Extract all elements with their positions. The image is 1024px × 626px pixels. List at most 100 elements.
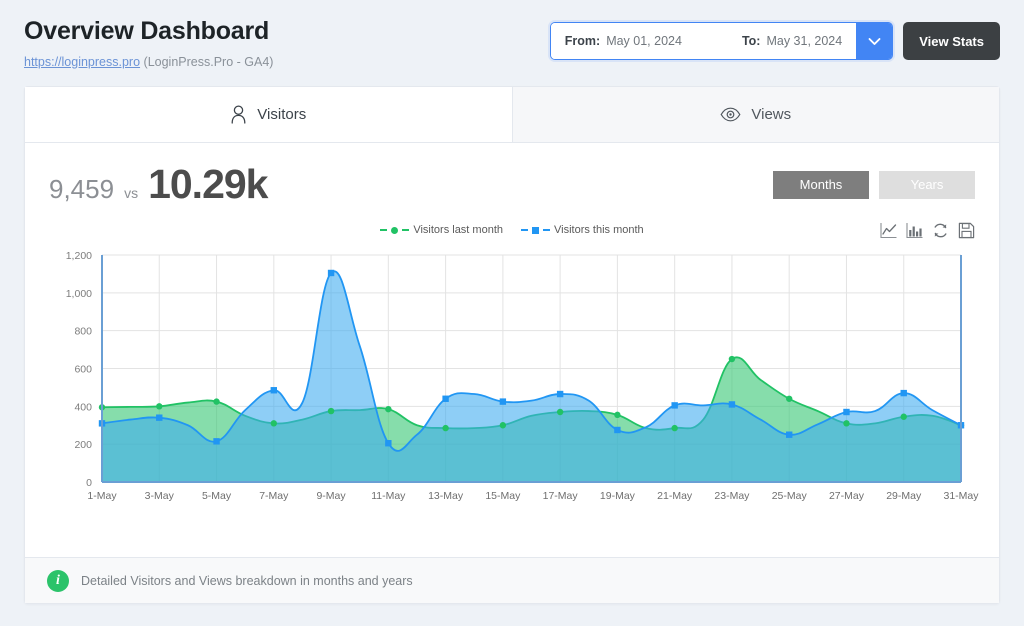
user-icon	[230, 105, 247, 124]
data-point-marker	[385, 440, 392, 447]
footer-note: Detailed Visitors and Views breakdown in…	[81, 573, 413, 588]
y-axis-tick-label: 1,000	[66, 288, 92, 300]
data-point-marker	[327, 269, 335, 277]
x-axis-tick-label: 9-May	[316, 490, 346, 502]
chart-toolbar	[880, 222, 975, 239]
dashboard-card: Visitors Views 9,459 vs 10.29k Months Ye…	[24, 86, 1000, 604]
data-point-marker	[786, 431, 793, 438]
range-button-years[interactable]: Years	[879, 170, 975, 199]
data-point-marker	[327, 407, 335, 415]
data-point-marker	[556, 408, 564, 416]
legend-item-last-month[interactable]: Visitors last month	[380, 224, 503, 236]
data-point-marker	[671, 424, 678, 432]
to-label: To:	[741, 34, 761, 48]
x-axis-tick-label: 17-May	[543, 490, 579, 502]
title-block: Overview Dashboard https://loginpress.pr…	[24, 14, 273, 69]
chart-area: 0 200 400 600 800 1,000 1,200 1-May 3-May 5-May 7-…	[25, 248, 999, 557]
data-point-marker	[786, 395, 793, 402]
legend-marker-square	[532, 226, 539, 234]
chevron-down-icon	[868, 37, 881, 46]
tab-views[interactable]: Views	[511, 87, 999, 143]
x-axis-tick-label: 1-May	[87, 490, 117, 502]
date-range-picker[interactable]: From: May 01, 2024 To: May 31, 2024	[549, 22, 894, 60]
vs-label: vs	[124, 185, 139, 201]
date-range-dropdown-toggle[interactable]	[856, 23, 893, 59]
line-chart-icon[interactable]	[880, 222, 897, 239]
y-axis-tick-label: 800	[74, 326, 92, 338]
y-axis-tick-label: 1,200	[66, 250, 92, 262]
to-date-value[interactable]: May 31, 2024	[766, 34, 842, 48]
y-axis-tick-label: 600	[74, 364, 92, 376]
previous-value: 9,459	[49, 174, 115, 204]
x-axis-tick-label: 3-May	[145, 490, 175, 502]
x-axis-tick-label: 21-May	[657, 490, 693, 502]
y-axis-tick-label: 200	[74, 439, 92, 451]
x-axis-tick-label: 25-May	[772, 490, 808, 502]
bar-chart-icon[interactable]	[906, 222, 923, 239]
data-point-marker	[614, 426, 621, 434]
info-icon: i	[47, 569, 69, 592]
from-date-value[interactable]: May 01, 2024	[606, 34, 682, 48]
site-url-link[interactable]: https://loginpress.pro	[24, 55, 140, 69]
legend-marker-circle	[391, 226, 399, 234]
data-point-marker	[156, 414, 163, 421]
range-button-group: Months Years	[773, 170, 975, 199]
chart-legend: Visitors last month Visitors this month	[25, 224, 999, 236]
page-header: Overview Dashboard https://loginpress.pr…	[0, 0, 1024, 86]
legend-dash-green-2	[402, 229, 410, 231]
x-axis-tick-label: 7-May	[259, 490, 289, 502]
stats-row: 9,459 vs 10.29k Months Years	[25, 143, 999, 208]
tab-bar: Visitors Views	[25, 87, 999, 143]
x-axis-tick-label: 5-May	[202, 490, 232, 502]
save-icon[interactable]	[958, 222, 975, 239]
site-meta-text: (LoginPress.Pro - GA4)	[143, 54, 274, 69]
eye-icon	[720, 107, 741, 122]
chart-header: Visitors last month Visitors this month	[25, 222, 999, 248]
legend-item-this-month[interactable]: Visitors this month	[521, 224, 644, 236]
legend-dash-green	[380, 229, 388, 231]
tab-visitors[interactable]: Visitors	[25, 87, 512, 143]
data-point-marker	[671, 402, 678, 409]
data-point-marker	[385, 405, 392, 413]
data-point-marker	[270, 420, 277, 427]
data-point-marker	[614, 411, 621, 419]
data-point-marker	[843, 408, 850, 416]
visitors-area-chart[interactable]: 0 200 400 600 800 1,000 1,200 1-May 3-May 5-May 7-…	[25, 248, 999, 518]
data-point-marker	[499, 422, 507, 429]
range-button-months[interactable]: Months	[773, 170, 869, 199]
legend-label-last-month: Visitors last month	[413, 224, 503, 236]
x-axis-tick-label: 11-May	[371, 490, 406, 502]
x-axis-tick-label: 15-May	[485, 490, 521, 502]
data-point-marker	[728, 355, 736, 363]
refresh-icon[interactable]	[932, 222, 949, 239]
data-point-marker	[900, 413, 907, 420]
data-point-marker	[556, 390, 564, 398]
date-range-fields[interactable]: From: May 01, 2024 To: May 31, 2024	[550, 23, 857, 59]
card-footer: i Detailed Visitors and Views breakdown …	[25, 557, 999, 603]
data-point-marker	[213, 438, 220, 445]
x-axis-tick-label: 27-May	[829, 490, 865, 502]
series-area-this-month	[102, 271, 961, 482]
y-axis-tick-label: 0	[86, 477, 92, 489]
tab-visitors-label: Visitors	[257, 106, 307, 123]
data-point-marker	[900, 389, 907, 397]
view-stats-button[interactable]: View Stats	[903, 22, 1000, 60]
x-axis-tick-label: 31-May	[943, 490, 979, 502]
data-point-marker	[213, 398, 220, 405]
legend-dash-blue-2	[543, 229, 550, 231]
data-point-marker	[270, 387, 277, 394]
x-axis-tick-label: 19-May	[600, 490, 636, 502]
data-point-marker	[156, 403, 163, 410]
legend-dash-blue	[521, 229, 528, 231]
data-point-marker	[442, 395, 449, 402]
legend-label-this-month: Visitors this month	[554, 224, 644, 236]
from-label: From:	[564, 34, 601, 48]
y-axis-tick-label: 400	[74, 401, 92, 413]
data-point-marker	[499, 398, 507, 405]
site-subline: https://loginpress.pro (LoginPress.Pro -…	[24, 55, 273, 69]
date-controls: From: May 01, 2024 To: May 31, 2024 View…	[549, 14, 1000, 60]
tab-views-label: Views	[751, 106, 792, 123]
current-value: 10.29k	[148, 161, 268, 207]
page-title: Overview Dashboard	[24, 17, 270, 45]
x-axis-tick-label: 13-May	[428, 490, 464, 502]
